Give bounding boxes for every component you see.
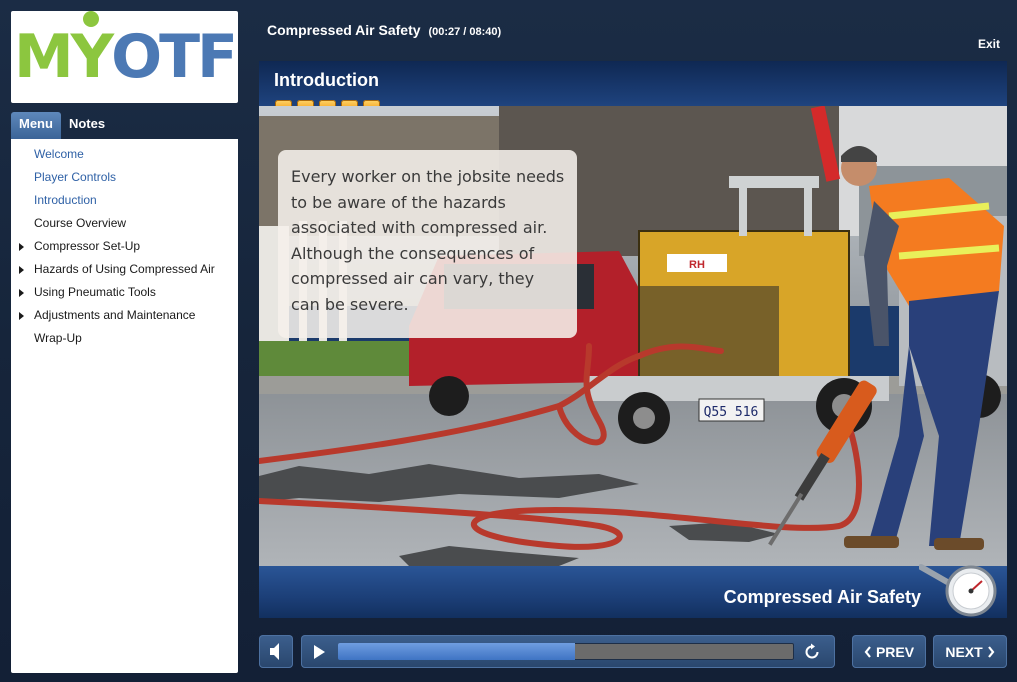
menu-item-using-pneumatic-tools[interactable]: Using Pneumatic Tools bbox=[11, 281, 238, 304]
play-icon[interactable] bbox=[314, 645, 325, 659]
expand-arrow-icon[interactable] bbox=[19, 289, 24, 297]
menu-item-label: Using Pneumatic Tools bbox=[34, 285, 156, 299]
menu-panel: Welcome Player Controls Introduction Course… bbox=[11, 139, 238, 673]
chevron-right-icon bbox=[987, 645, 995, 658]
menu-item-compressor-set-up[interactable]: Compressor Set-Up bbox=[11, 235, 238, 258]
volume-button[interactable] bbox=[259, 635, 293, 668]
expand-arrow-icon[interactable] bbox=[19, 266, 24, 274]
pressure-gauge-icon bbox=[919, 564, 997, 617]
menu-item-adjustments-and-maintenance[interactable]: Adjustments and Maintenance bbox=[11, 304, 238, 327]
menu-item-label: Adjustments and Maintenance bbox=[34, 308, 196, 322]
menu-item-wrap-up[interactable]: Wrap-Up bbox=[11, 327, 238, 350]
expand-arrow-icon[interactable] bbox=[19, 243, 24, 251]
tab-notes[interactable]: Notes bbox=[61, 112, 113, 139]
menu-item-hazards-of-using-compressed-air[interactable]: Hazards of Using Compressed Air bbox=[11, 258, 238, 281]
menu-item-label: Welcome bbox=[34, 147, 84, 161]
menu-item-player-controls[interactable]: Player Controls bbox=[11, 166, 238, 189]
logo: M Y OTF bbox=[11, 11, 238, 103]
menu-item-label: Wrap-Up bbox=[34, 331, 82, 345]
logo-letter-y: Y bbox=[71, 11, 114, 87]
svg-text:RH: RH bbox=[689, 259, 705, 271]
tab-menu[interactable]: Menu bbox=[11, 112, 61, 139]
course-title-bar: Compressed Air Safety (00:27 / 08:40) bbox=[267, 22, 501, 38]
logo-wordmark: M Y OTF bbox=[13, 11, 238, 92]
logo-letter-y-text: Y bbox=[70, 22, 114, 92]
playback-bar bbox=[301, 635, 835, 668]
menu-item-label: Player Controls bbox=[34, 170, 117, 184]
course-player: M Y OTF Menu Notes Welcome Player Control… bbox=[0, 0, 1017, 682]
seek-bar-progress bbox=[338, 643, 576, 660]
svg-text:Q55 516: Q55 516 bbox=[704, 405, 759, 420]
sidebar-tabs: Menu Notes bbox=[11, 112, 113, 139]
slide-caption: Every worker on the jobsite needs to be … bbox=[278, 150, 577, 338]
logo-letter-m: M bbox=[13, 22, 74, 92]
expand-arrow-icon[interactable] bbox=[19, 312, 24, 320]
menu-item-label: Introduction bbox=[34, 193, 97, 207]
menu-item-introduction[interactable]: Introduction bbox=[11, 189, 238, 212]
menu-item-label: Course Overview bbox=[34, 216, 127, 230]
next-label: NEXT bbox=[945, 643, 983, 660]
exit-button[interactable]: Exit bbox=[978, 37, 1000, 51]
prev-label: PREV bbox=[875, 643, 915, 660]
course-time: (00:27 / 08:40) bbox=[428, 26, 502, 38]
menu-item-course-overview[interactable]: Course Overview bbox=[11, 212, 238, 235]
slide-title: Introduction bbox=[274, 70, 379, 90]
menu-item-label: Compressor Set-Up bbox=[34, 239, 141, 253]
slide-stage: Introduction RH Q55 516 Compressed Air S… bbox=[259, 61, 1007, 618]
chevron-left-icon bbox=[864, 645, 871, 658]
course-title: Compressed Air Safety bbox=[267, 22, 421, 38]
slide-footer-title: Compressed Air Safety bbox=[723, 587, 921, 607]
logo-letters-otf: OTF bbox=[111, 22, 238, 92]
speaker-icon bbox=[270, 643, 279, 660]
menu-item-welcome[interactable]: Welcome bbox=[11, 143, 238, 166]
seek-bar[interactable] bbox=[338, 643, 794, 660]
menu-item-label: Hazards of Using Compressed Air bbox=[34, 262, 215, 276]
logo-figure-head bbox=[82, 11, 99, 27]
next-button[interactable]: NEXT bbox=[933, 635, 1007, 668]
replay-icon[interactable] bbox=[802, 642, 822, 662]
menu-list: Welcome Player Controls Introduction Course… bbox=[11, 139, 238, 350]
prev-button[interactable]: PREV bbox=[852, 635, 926, 668]
